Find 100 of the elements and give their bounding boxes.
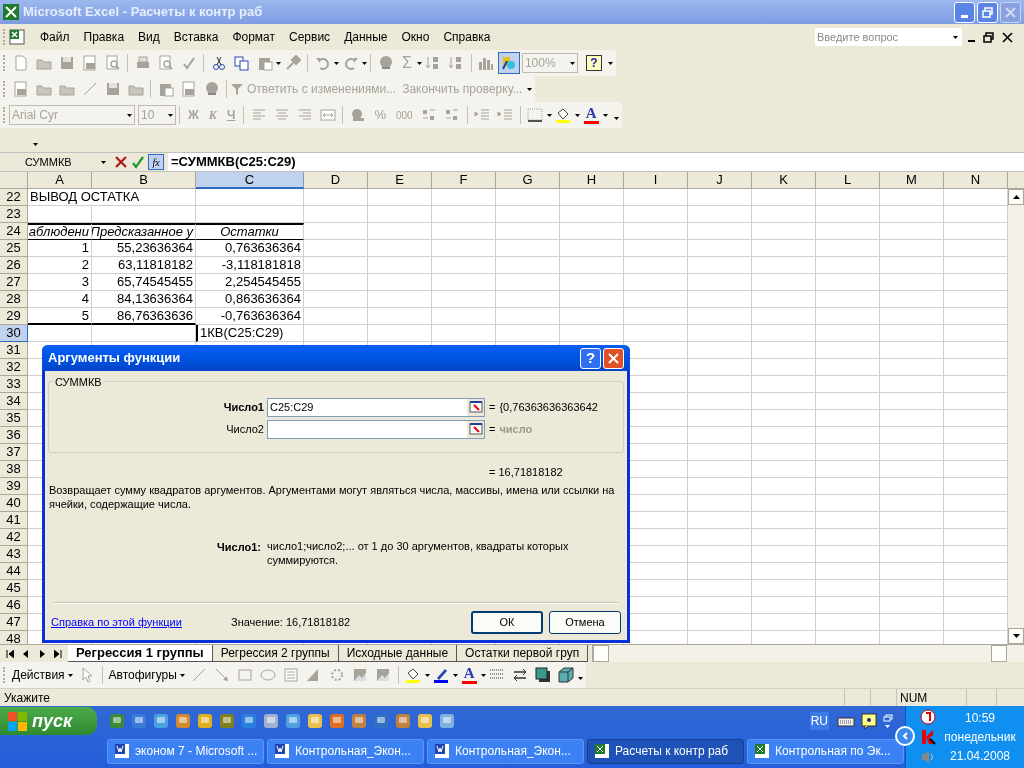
drawing-toggle-button[interactable] [497, 52, 520, 74]
row-header[interactable]: 32 [0, 359, 28, 376]
row-header[interactable]: 42 [0, 529, 28, 546]
line-color-icon[interactable] [433, 667, 450, 683]
excel-document-icon[interactable] [9, 29, 25, 45]
font-color-button[interactable]: A [583, 106, 599, 124]
argument-field[interactable] [267, 419, 485, 439]
copy-icon[interactable] [233, 55, 250, 71]
row-header[interactable]: 29 [0, 308, 28, 325]
start-button[interactable]: пуск [0, 707, 97, 735]
quick-launch-icon[interactable] [131, 713, 147, 729]
row-header[interactable]: 41 [0, 512, 28, 529]
row-header[interactable]: 22 [0, 189, 28, 206]
menu-item[interactable]: Окно [394, 28, 437, 46]
quick-launch-icon[interactable] [307, 713, 323, 729]
line-icon[interactable] [191, 667, 208, 683]
quick-launch-icon[interactable] [417, 713, 433, 729]
row-header[interactable]: 43 [0, 546, 28, 563]
caret-icon[interactable] [480, 673, 486, 677]
restore-icon[interactable] [983, 31, 994, 43]
column-header[interactable]: A [28, 172, 92, 189]
caret-icon[interactable] [953, 35, 958, 39]
caret-icon[interactable] [127, 113, 132, 117]
quick-launch-icon[interactable] [241, 713, 257, 729]
column-header[interactable]: K [752, 172, 816, 189]
taskbar-button[interactable]: Контрольная по Эк... [747, 738, 904, 764]
quick-launch-icon[interactable] [219, 713, 235, 729]
arrow-icon[interactable] [214, 667, 231, 683]
vertical-scrollbar[interactable] [1008, 189, 1024, 644]
spellcheck-icon[interactable] [180, 55, 197, 71]
cancel-icon[interactable] [114, 155, 128, 169]
increase-decimal-icon[interactable] [421, 107, 438, 123]
taskbar-button[interactable]: эконом 7 - Microsoft ... [107, 738, 264, 764]
name-box[interactable]: СУММКВ [0, 153, 110, 171]
mail-icon[interactable] [12, 81, 29, 97]
text-box-icon[interactable] [283, 667, 300, 683]
dialog-button[interactable]: ОК [471, 610, 543, 634]
font-color-button[interactable]: A [461, 666, 477, 684]
magnifier-icon[interactable] [104, 55, 121, 71]
show-hidden-icons-button[interactable] [895, 726, 915, 746]
quick-launch-icon[interactable] [373, 713, 389, 729]
insert-function-button[interactable]: fx [148, 154, 164, 170]
row-header[interactable]: 47 [0, 614, 28, 631]
quick-launch-icon[interactable] [109, 713, 125, 729]
caret-icon[interactable] [527, 87, 533, 91]
language-indicator[interactable]: RU [809, 712, 829, 730]
row-header[interactable]: 23 [0, 206, 28, 223]
menu-item[interactable]: Вид [131, 28, 167, 46]
menu-item[interactable]: Данные [337, 28, 395, 46]
oval-icon[interactable] [260, 667, 277, 683]
row-header[interactable]: 33 [0, 376, 28, 393]
diagram-icon[interactable] [329, 667, 346, 683]
sheet-tab[interactable]: Регрессия 1 группы [68, 645, 213, 662]
help-icon[interactable] [861, 713, 877, 729]
column-header[interactable]: M [880, 172, 944, 189]
column-header[interactable]: N [944, 172, 1008, 189]
print-preview-icon[interactable] [157, 55, 174, 71]
menu-item[interactable]: Справка [436, 28, 498, 46]
help-search-field[interactable]: Введите вопрос [815, 28, 949, 46]
quick-launch-icon[interactable] [285, 713, 301, 729]
image-icon[interactable] [375, 667, 392, 683]
column-header[interactable]: E [368, 172, 432, 189]
sheet-tab[interactable]: Исходные данные [338, 645, 458, 662]
column-header[interactable]: J [688, 172, 752, 189]
caret-icon[interactable] [574, 113, 580, 117]
sheet-tab[interactable]: Регрессия 2 группы [212, 645, 339, 662]
taskbar-button[interactable]: Контрольная_Экон... [427, 738, 584, 764]
caret-icon[interactable] [33, 143, 38, 146]
menu-item[interactable]: Сервис [282, 28, 338, 46]
argument-field[interactable]: C25:C29 [267, 397, 485, 417]
shadow-icon[interactable] [535, 667, 552, 683]
chart-icon[interactable] [478, 55, 495, 71]
menu-item[interactable]: Формат [225, 28, 283, 46]
scroll-up-icon[interactable] [1012, 195, 1020, 199]
increase-indent-icon[interactable] [497, 107, 514, 123]
row-header[interactable]: 28 [0, 291, 28, 308]
caret-icon[interactable] [546, 113, 552, 117]
column-header[interactable]: D [304, 172, 368, 189]
actions-menu[interactable]: Действия [9, 666, 76, 684]
next-sheet-icon[interactable] [38, 649, 46, 658]
caret-icon[interactable] [424, 673, 430, 677]
caret-icon[interactable] [334, 61, 339, 65]
row-header[interactable]: 30 [0, 325, 28, 342]
fill-color-icon[interactable] [405, 667, 422, 683]
row-header[interactable]: 37 [0, 444, 28, 461]
caret-icon[interactable] [577, 676, 583, 680]
quick-launch-icon[interactable] [153, 713, 169, 729]
cube-icon[interactable] [558, 667, 575, 683]
row-header[interactable]: 45 [0, 580, 28, 597]
row-header[interactable]: 40 [0, 495, 28, 512]
column-header[interactable]: I [624, 172, 688, 189]
restore-button[interactable] [977, 1, 998, 23]
menu-item[interactable]: Правка [76, 28, 132, 46]
help-link[interactable]: Справка по этой функции [51, 613, 231, 631]
quick-launch-icon[interactable] [329, 713, 345, 729]
caret-icon[interactable] [67, 673, 73, 677]
new-document-icon[interactable] [12, 55, 29, 71]
antivirus-icon[interactable] [920, 729, 936, 745]
scissors-icon[interactable] [210, 55, 227, 71]
last-sheet-icon[interactable] [54, 649, 62, 658]
